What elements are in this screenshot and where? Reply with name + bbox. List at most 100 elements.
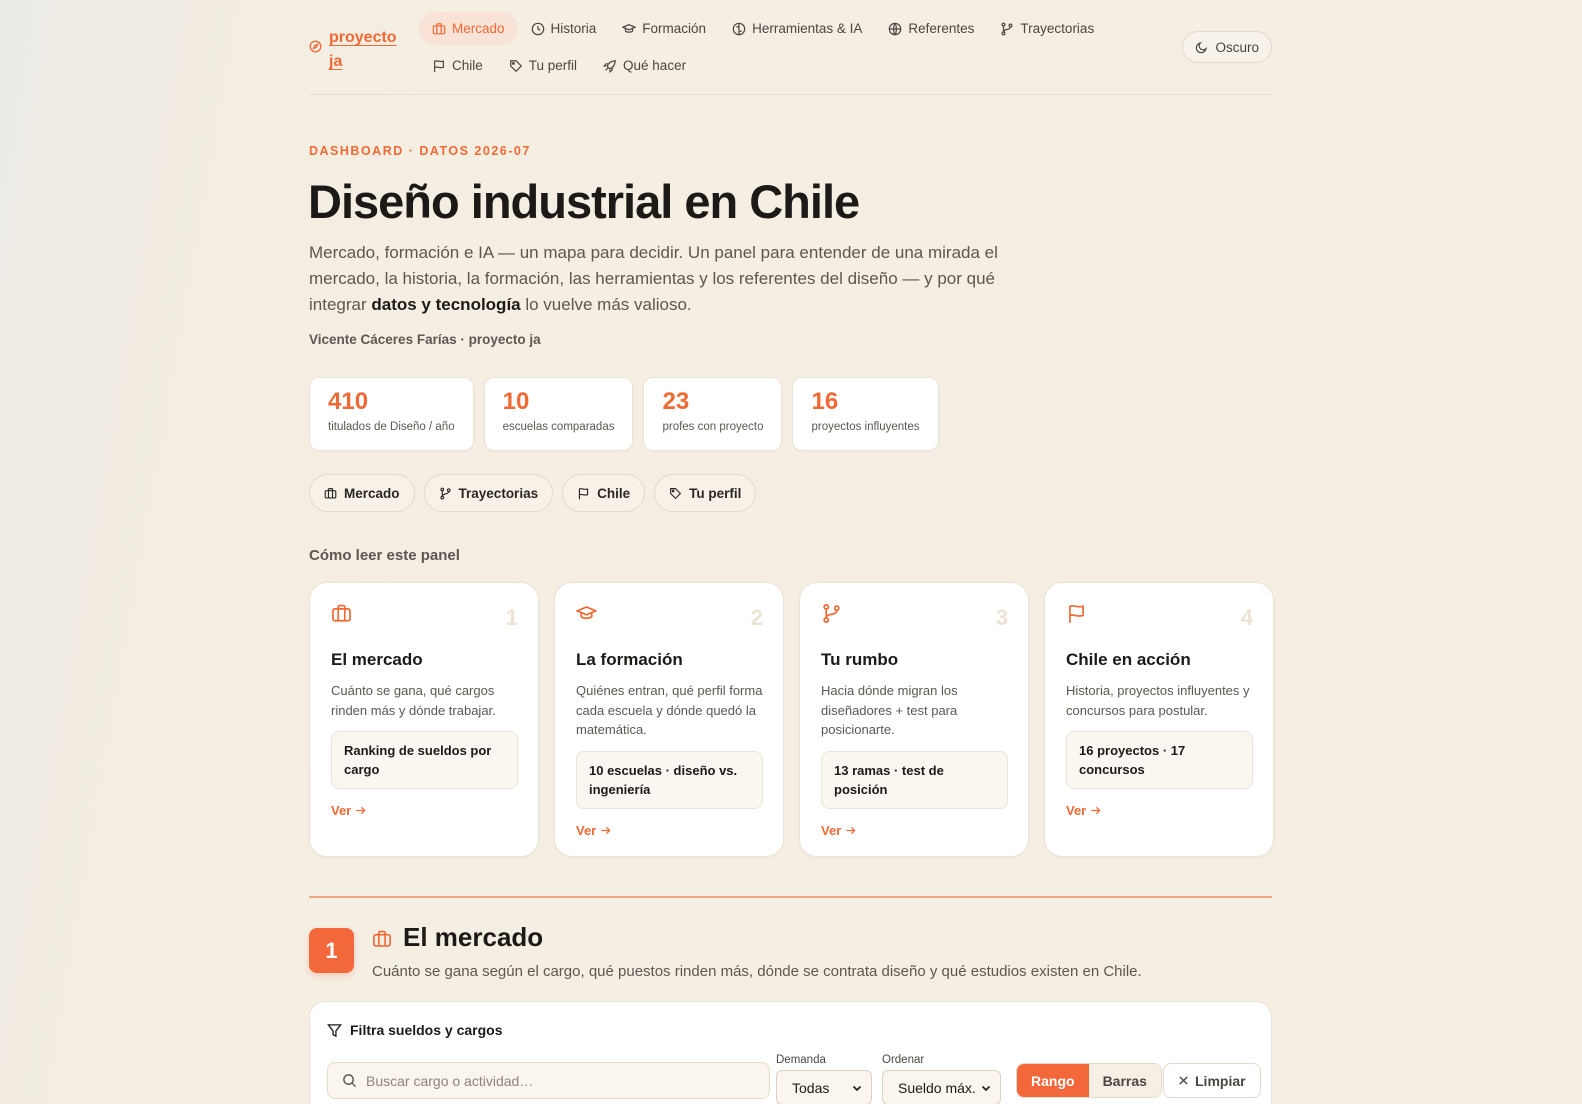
clear-label: Limpiar	[1195, 1072, 1246, 1089]
section-title: El mercado	[403, 922, 544, 952]
how-to-cards: 1 El mercado Cuánto se gana, qué cargos …	[309, 582, 1274, 857]
chip-chile[interactable]: Chile	[562, 474, 646, 512]
guide-card-chile[interactable]: 4 Chile en acción Historia, proyectos in…	[1044, 582, 1274, 857]
view-bars-button[interactable]: Barras	[1088, 1064, 1161, 1097]
page-title: Diseño industrial en Chile	[308, 175, 860, 228]
top-header: proyecto ja Mercado Historia Formación H…	[309, 0, 1272, 95]
page: proyecto ja Mercado Historia Formación H…	[308, 0, 1274, 1104]
nav-item-label: Referentes	[908, 21, 975, 36]
nav-item-formacion[interactable]: Formación	[609, 12, 719, 45]
graduation-cap-icon	[622, 23, 637, 33]
arrow-right-icon	[601, 826, 611, 834]
nav-item-label: Formación	[642, 21, 707, 36]
card-link-label: Ver	[821, 822, 842, 838]
nav-item-label: Trayectorias	[1020, 21, 1095, 36]
arrow-right-icon	[356, 806, 366, 815]
order-label: Ordenar	[882, 1054, 925, 1066]
chip-label: Tu perfil	[689, 485, 742, 501]
card-link[interactable]: Ver	[821, 823, 1008, 838]
card-highlight: 13 ramas · test de posición	[821, 750, 1008, 809]
view-range-button[interactable]: Rango	[1017, 1064, 1089, 1097]
brand-logo[interactable]: proyecto ja	[309, 26, 409, 74]
clear-filters-button[interactable]: Limpiar	[1163, 1063, 1261, 1098]
card-link[interactable]: Ver	[331, 803, 518, 818]
nav-item-label: Historia	[550, 21, 597, 36]
card-number: 4	[1240, 605, 1253, 630]
stat-card: 410 titulados de Diseño / año	[309, 377, 474, 451]
filter-icon	[327, 1023, 342, 1037]
theme-toggle-label: Oscuro	[1215, 39, 1259, 55]
chip-label: Mercado	[344, 485, 400, 501]
nav-item-label: Chile	[452, 58, 483, 73]
order-value: Sueldo máx.	[898, 1079, 976, 1096]
nav-item-referentes[interactable]: Referentes	[875, 12, 987, 45]
search-icon	[343, 1074, 357, 1088]
search-box	[327, 1062, 770, 1099]
stat-label: escuelas comparadas	[502, 421, 615, 433]
nav-item-chile[interactable]: Chile	[419, 49, 496, 82]
briefcase-icon	[373, 930, 391, 947]
card-link[interactable]: Ver	[1066, 803, 1253, 818]
stat-value: 410	[328, 388, 369, 415]
guide-card-formacion[interactable]: 2 La formación Quiénes entran, qué perfi…	[554, 582, 784, 857]
flag-icon	[434, 59, 444, 72]
filter-title-label: Filtra sueldos y cargos	[350, 1022, 503, 1038]
stats-row: 410 titulados de Diseño / año 10 escuela…	[309, 377, 939, 451]
graduation-cap-icon	[575, 606, 598, 620]
chip-mercado[interactable]: Mercado	[309, 474, 415, 512]
card-title: Tu rumbo	[821, 650, 899, 669]
card-highlight: Ranking de sueldos por cargo	[331, 731, 518, 789]
lead-emphasis: datos y tecnología	[371, 295, 521, 314]
nav-item-que-hacer[interactable]: Qué hacer	[590, 49, 699, 82]
lead-text: lo vuelve más valioso.	[520, 295, 692, 314]
git-branch-icon	[439, 487, 451, 499]
arrow-right-icon	[846, 826, 856, 834]
theme-toggle-button[interactable]: Oscuro	[1182, 31, 1272, 63]
brand-name: proyecto ja	[329, 29, 397, 70]
chevron-down-icon	[981, 1085, 991, 1091]
chip-trayectorias[interactable]: Trayectorias	[423, 474, 554, 512]
order-select[interactable]: Sueldo máx.	[882, 1070, 1001, 1104]
search-input[interactable]	[366, 1072, 756, 1089]
demand-filter: Demanda Todas	[776, 1054, 872, 1104]
close-icon	[1179, 1076, 1188, 1085]
guide-card-mercado[interactable]: 1 El mercado Cuánto se gana, qué cargos …	[309, 582, 539, 857]
card-link-label: Ver	[331, 803, 352, 818]
stat-card: 16 proyectos influyentes	[792, 377, 939, 451]
demand-value: Todas	[792, 1079, 830, 1096]
card-number: 1	[505, 605, 518, 630]
globe-icon	[889, 22, 902, 35]
card-title: El mercado	[331, 650, 423, 669]
brain-icon	[732, 22, 746, 35]
moon-icon	[1196, 41, 1208, 53]
nav-item-label: Tu perfil	[528, 58, 578, 73]
tag-icon	[670, 487, 682, 499]
order-filter: Ordenar Sueldo máx.	[882, 1054, 1001, 1104]
nav-item-historia[interactable]: Historia	[518, 12, 610, 45]
guide-card-rumbo[interactable]: 3 Tu rumbo Hacia dónde migran los diseña…	[799, 582, 1029, 857]
stat-label: proyectos influyentes	[811, 421, 920, 433]
rocket-icon	[603, 59, 616, 73]
card-description: Historia, proyectos influyentes y concur…	[1066, 683, 1250, 718]
section-divider	[309, 896, 1272, 898]
nav-item-herramientas[interactable]: Herramientas & IA	[719, 12, 875, 45]
stat-label: profes con proyecto	[662, 421, 764, 433]
lead-paragraph: Mercado, formación e IA — un mapa para d…	[309, 240, 1029, 318]
briefcase-icon	[432, 22, 446, 34]
filter-title: Filtra sueldos y cargos	[327, 1022, 503, 1038]
stat-value: 10	[502, 388, 530, 415]
demand-select[interactable]: Todas	[776, 1070, 872, 1104]
card-link-label: Ver	[576, 822, 597, 838]
flag-icon	[1069, 604, 1084, 623]
card-link[interactable]: Ver	[576, 823, 763, 838]
card-title: La formación	[576, 650, 683, 669]
section-description: Cuánto se gana según el cargo, qué puest…	[372, 963, 1142, 980]
chip-tu-perfil[interactable]: Tu perfil	[654, 474, 757, 512]
nav-item-mercado[interactable]: Mercado	[419, 12, 518, 45]
git-branch-icon	[1001, 22, 1013, 35]
stat-card: 10 escuelas comparadas	[483, 377, 634, 451]
nav-item-trayectorias[interactable]: Trayectorias	[987, 12, 1107, 45]
nav-item-tu-perfil[interactable]: Tu perfil	[496, 49, 590, 82]
card-description: Cuánto se gana, qué cargos rinden más y …	[331, 683, 496, 718]
compass-icon	[309, 40, 322, 53]
